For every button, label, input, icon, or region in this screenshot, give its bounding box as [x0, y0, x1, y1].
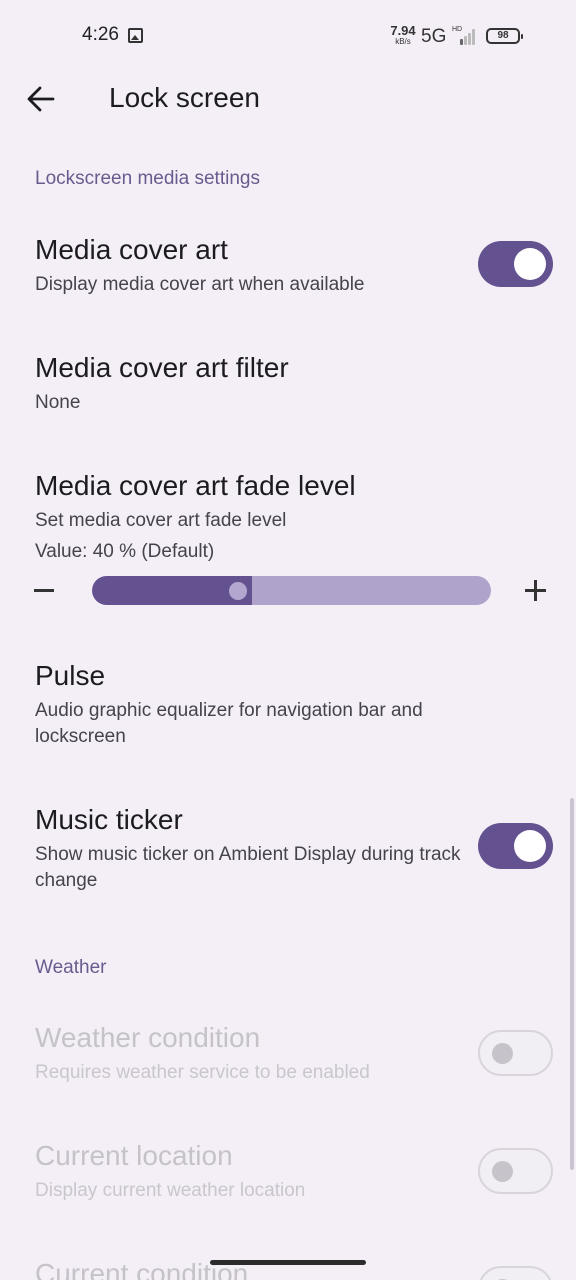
pref-title: Weather condition	[35, 1022, 261, 1053]
signal-icon: HD	[452, 26, 478, 46]
weather-condition-switch[interactable]	[478, 1030, 553, 1076]
media-cover-art-pref[interactable]: Media cover art Display media cover art …	[0, 220, 576, 328]
page-title: Lock screen	[109, 82, 260, 113]
network-speed: 7.94 kB/s	[388, 24, 418, 46]
back-button[interactable]	[24, 82, 58, 116]
pref-summary: Set media cover art fade level	[35, 510, 287, 531]
media-cover-art-switch[interactable]	[478, 241, 553, 287]
switch-knob	[514, 830, 546, 862]
pref-summary: Audio graphic equalizer for navigation b…	[35, 700, 423, 747]
switch-knob	[492, 1043, 513, 1064]
weather-condition-pref[interactable]: Weather condition Requires weather servi…	[0, 1008, 576, 1116]
gesture-nav-bar[interactable]	[210, 1260, 366, 1265]
network-type: 5G	[421, 26, 447, 47]
section-header-weather: Weather	[35, 957, 107, 978]
switch-knob	[492, 1161, 513, 1182]
music-ticker-pref[interactable]: Music ticker Show music ticker on Ambien…	[0, 790, 576, 900]
hd-label: HD	[452, 26, 463, 33]
slider-fill	[92, 576, 252, 605]
pref-title: Current location	[35, 1140, 233, 1171]
music-ticker-switch[interactable]	[478, 823, 553, 869]
pref-title: Music ticker	[35, 804, 183, 835]
current-location-switch[interactable]	[478, 1148, 553, 1194]
pref-summary: Show music ticker on Ambient Display dur…	[35, 844, 461, 891]
media-cover-art-fade-pref: Media cover art fade level Set media cov…	[0, 456, 576, 562]
pref-title: Media cover art filter	[35, 352, 289, 383]
status-bar: 4:26 7.94 kB/s 5G HD 98	[0, 0, 576, 72]
battery-icon: 98	[486, 28, 523, 44]
plus-icon-v	[534, 580, 537, 601]
pref-title: Pulse	[35, 660, 106, 691]
gallery-notification-icon	[128, 28, 143, 43]
scrollbar[interactable]	[570, 798, 574, 1170]
arrow-back-icon	[27, 86, 55, 112]
decrease-button[interactable]	[34, 589, 54, 592]
status-time: 4:26	[82, 24, 119, 45]
slider-value-text: Value: 40 % (Default)	[35, 541, 215, 562]
fade-level-slider[interactable]	[92, 576, 491, 605]
network-speed-value: 7.94	[390, 23, 416, 38]
pref-summary: Display current weather location	[35, 1180, 306, 1201]
current-location-pref[interactable]: Current location Display current weather…	[0, 1126, 576, 1234]
network-speed-unit: kB/s	[395, 37, 411, 46]
section-header-media: Lockscreen media settings	[35, 168, 260, 189]
pref-summary: Requires weather service to be enabled	[35, 1062, 370, 1083]
pref-title: Media cover art	[35, 234, 228, 265]
pref-title: Media cover art fade level	[35, 470, 356, 501]
slider-thumb[interactable]	[229, 582, 247, 600]
switch-knob	[514, 248, 546, 280]
pref-summary: Display media cover art when available	[35, 274, 365, 295]
media-cover-art-filter-pref[interactable]: Media cover art filter None	[0, 338, 576, 438]
pref-summary: None	[35, 392, 81, 413]
current-condition-switch[interactable]	[478, 1266, 553, 1280]
pulse-pref[interactable]: Pulse Audio graphic equalizer for naviga…	[0, 646, 576, 756]
